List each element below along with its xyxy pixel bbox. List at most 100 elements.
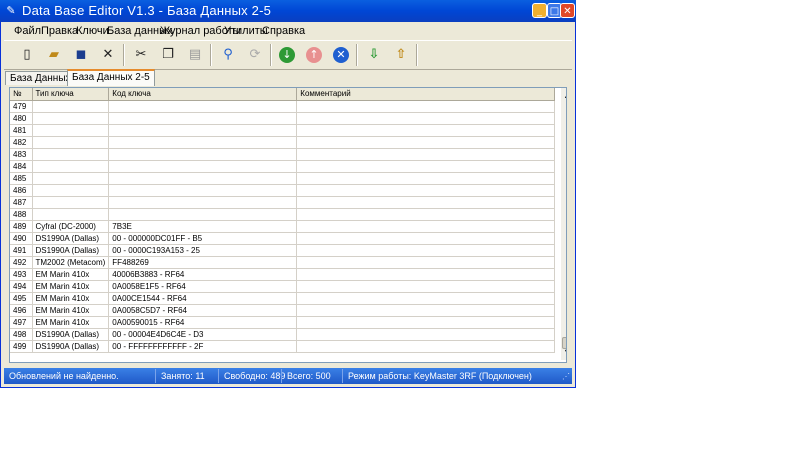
cell-comment[interactable] [296,232,556,245]
cell-number[interactable]: 492 [10,256,33,269]
cell-key-type[interactable]: EM Marin 410x [32,268,110,281]
cell-number[interactable]: 499 [10,340,33,353]
table-row[interactable]: 493 EM Marin 410x 40006B3883 - RF64 [10,268,556,281]
table-row[interactable]: 494 EM Marin 410x 0A0058E1F5 - RF64 [10,280,556,293]
cell-key-code[interactable]: 0A0058C5D7 - RF64 [108,304,298,317]
table-row[interactable]: 498 DS1990A (Dallas) 00 - 00004E4D6C4E - D… [10,328,556,341]
cell-number[interactable]: 484 [10,160,33,173]
cell-key-type[interactable] [32,160,110,173]
cell-key-code[interactable] [108,208,298,221]
cell-comment[interactable] [296,292,556,305]
cell-number[interactable]: 488 [10,208,33,221]
move-down-icon[interactable]: ↓ [276,44,298,66]
open-icon[interactable]: ▰ [43,44,65,66]
cell-key-type[interactable] [32,100,110,113]
cell-key-type[interactable]: TM2002 (Metacom) [32,256,110,269]
cell-key-type[interactable] [32,196,110,209]
cell-key-type[interactable]: Cyfral (DC-2000) [32,220,110,233]
cell-key-code[interactable]: 0A00590015 - RF64 [108,316,298,329]
menu-help[interactable]: Справка [262,25,305,37]
table-row[interactable]: 490 DS1990A (Dallas) 00 - 000000DC01FF - B… [10,232,556,245]
cell-number[interactable]: 485 [10,172,33,185]
cell-number[interactable]: 491 [10,244,33,257]
cell-comment[interactable] [296,172,556,185]
cell-comment[interactable] [296,280,556,293]
cell-comment[interactable] [296,136,556,149]
cell-comment[interactable] [296,184,556,197]
cell-key-type[interactable] [32,124,110,137]
tab-database-2-5[interactable]: База Данных 2-5 [67,69,155,86]
table-row[interactable]: 497 EM Marin 410x 0A00590015 - RF64 [10,316,556,329]
cell-number[interactable]: 480 [10,112,33,125]
table-row[interactable]: 486 [10,184,556,197]
cell-key-type[interactable] [32,184,110,197]
cell-key-code[interactable]: 0A00CE1544 - RF64 [108,292,298,305]
column-header-comment[interactable]: Комментарий [296,88,556,101]
cell-key-type[interactable] [32,208,110,221]
cell-comment[interactable] [296,148,556,161]
table-row[interactable]: 492 TM2002 (Metacom) FF488269 [10,256,556,269]
cell-number[interactable]: 487 [10,196,33,209]
save-icon[interactable]: ◼ [70,44,92,66]
column-header-key-code[interactable]: Код ключа [108,88,298,101]
cell-key-code[interactable]: FF488269 [108,256,298,269]
cell-comment[interactable] [296,340,556,353]
cell-key-code[interactable] [108,172,298,185]
column-header-number[interactable]: № [10,88,33,101]
cell-key-type[interactable]: EM Marin 410x [32,316,110,329]
export-icon[interactable]: ⇧ [390,44,412,66]
copy-icon[interactable]: ❐ [157,44,179,66]
find-icon[interactable]: ⚲ [217,44,239,66]
cell-key-type[interactable] [32,112,110,125]
cell-comment[interactable] [296,304,556,317]
cell-comment[interactable] [296,268,556,281]
cell-number[interactable]: 486 [10,184,33,197]
cell-comment[interactable] [296,196,556,209]
close-button[interactable]: ✕ [560,3,575,18]
cell-number[interactable]: 495 [10,292,33,305]
cell-key-code[interactable]: 00 - 000000DC01FF - B5 [108,232,298,245]
cell-comment[interactable] [296,208,556,221]
cell-number[interactable]: 497 [10,316,33,329]
cell-number[interactable]: 481 [10,124,33,137]
resize-grip-icon[interactable]: ⋰ [562,372,570,381]
cell-key-type[interactable]: EM Marin 410x [32,280,110,293]
cell-number[interactable]: 496 [10,304,33,317]
table-row[interactable]: 485 [10,172,556,185]
cell-number[interactable]: 494 [10,280,33,293]
cell-key-type[interactable]: DS1990A (Dallas) [32,340,110,353]
cell-number[interactable]: 490 [10,232,33,245]
cell-key-code[interactable] [108,148,298,161]
table-row[interactable]: 481 [10,124,556,137]
scroll-up-icon[interactable]: ▲ [561,88,566,102]
paste-icon[interactable]: ▤ [184,44,206,66]
cell-key-type[interactable] [32,172,110,185]
table-row[interactable]: 489 Cyfral (DC-2000) 7B3E [10,220,556,233]
cell-comment[interactable] [296,244,556,257]
table-row[interactable]: 484 [10,160,556,173]
cell-key-code[interactable] [108,112,298,125]
table-row[interactable]: 491 DS1990A (Dallas) 00 - 0000C193A153 - 2… [10,244,556,257]
vertical-scrollbar[interactable]: ▲ ▼ [561,88,566,360]
cell-key-code[interactable] [108,136,298,149]
cell-key-type[interactable]: DS1990A (Dallas) [32,232,110,245]
cell-comment[interactable] [296,112,556,125]
minimize-button[interactable]: _ [532,3,547,18]
menu-file[interactable]: Файл [14,25,41,37]
delete-icon[interactable]: ✕ [97,44,119,66]
cell-key-code[interactable] [108,100,298,113]
table-row[interactable]: 495 EM Marin 410x 0A00CE1544 - RF64 [10,292,556,305]
cell-comment[interactable] [296,316,556,329]
cell-key-code[interactable]: 40006B3883 - RF64 [108,268,298,281]
cell-key-type[interactable] [32,136,110,149]
cell-number[interactable]: 498 [10,328,33,341]
cell-key-type[interactable]: DS1990A (Dallas) [32,328,110,341]
cell-key-type[interactable]: EM Marin 410x [32,292,110,305]
table-row[interactable]: 496 EM Marin 410x 0A0058C5D7 - RF64 [10,304,556,317]
cell-key-type[interactable]: DS1990A (Dallas) [32,244,110,257]
cell-comment[interactable] [296,100,556,113]
cell-number[interactable]: 489 [10,220,33,233]
move-up-icon[interactable]: ↑ [303,44,325,66]
cell-comment[interactable] [296,256,556,269]
cell-comment[interactable] [296,328,556,341]
